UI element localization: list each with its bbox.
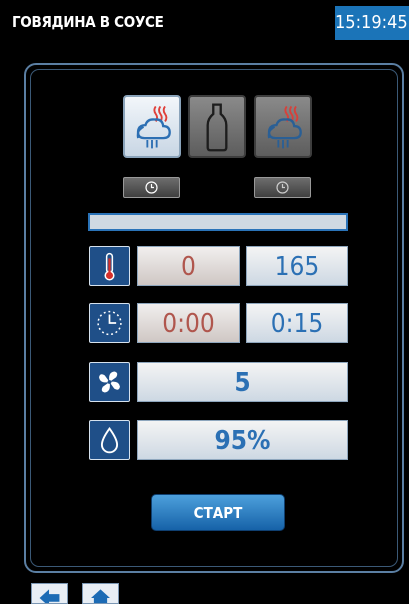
time-actual: 0:00	[137, 303, 240, 343]
temperature-actual: 0	[137, 246, 240, 286]
back-button[interactable]	[31, 583, 68, 604]
cooking-progress-bar	[88, 213, 348, 231]
fan-icon	[99, 371, 120, 393]
steam-convection-icon	[267, 105, 302, 149]
time-row-icon	[89, 303, 130, 343]
water-drop-icon	[100, 426, 119, 454]
humidity-row-icon	[89, 420, 130, 460]
temperature-set-input[interactable]: 165	[246, 246, 348, 286]
clock-icon	[145, 181, 158, 194]
temperature-row-icon	[89, 246, 130, 286]
timer-button-2[interactable]	[254, 177, 311, 198]
clock-icon	[276, 181, 289, 194]
time-set-input[interactable]: 0:15	[246, 303, 348, 343]
home-button[interactable]	[82, 583, 119, 604]
mode-steam-convection-button[interactable]	[123, 95, 181, 158]
fan-speed-input[interactable]: 5	[137, 362, 348, 402]
humidity-input[interactable]: 95%	[137, 420, 348, 460]
arrow-left-icon	[39, 589, 60, 603]
bottle-icon	[206, 103, 228, 152]
steam-convection-icon	[136, 105, 171, 149]
stopwatch-icon	[97, 310, 122, 336]
thermometer-icon	[104, 252, 115, 281]
mode-steam-button[interactable]	[254, 95, 312, 158]
header-bar: ГОВЯДИНА В СОУСЕ 15:19:45	[0, 0, 409, 44]
home-icon	[91, 589, 110, 603]
mode-bottle-button[interactable]	[188, 95, 246, 158]
start-button[interactable]: СТАРТ	[151, 494, 285, 531]
timer-button-1[interactable]	[123, 177, 180, 198]
clock: 15:19:45	[335, 6, 409, 40]
recipe-title: ГОВЯДИНА В СОУСЕ	[12, 13, 164, 31]
fan-row-icon	[89, 362, 130, 402]
